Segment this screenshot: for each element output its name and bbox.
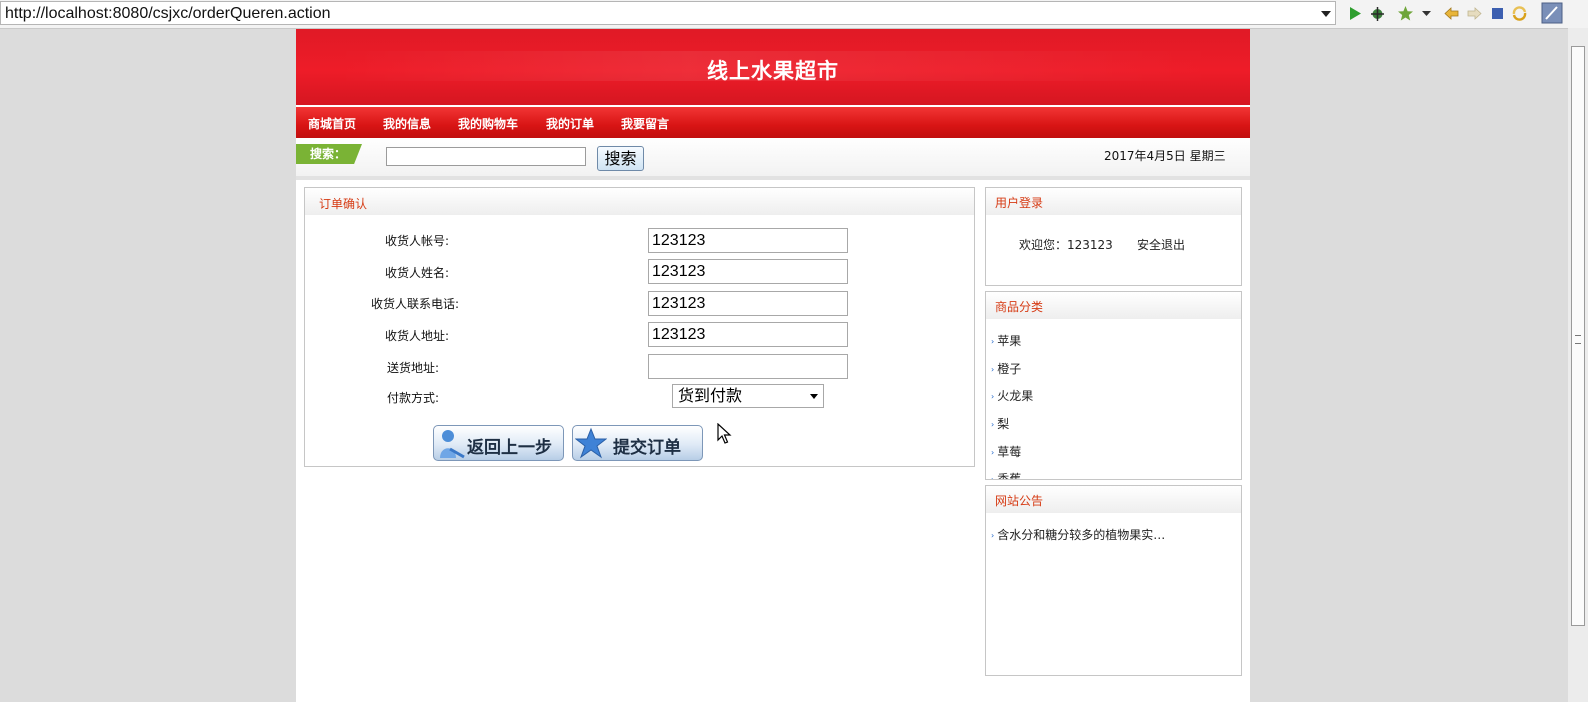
back-button-label: 返回上一步 (467, 438, 552, 458)
user-login-panel: 用户登录 欢迎您：123123 安全退出 (985, 187, 1242, 286)
chevron-down-icon (810, 394, 818, 399)
category-item[interactable]: › 火龙果 (991, 387, 1033, 404)
forward-arrow-icon[interactable] (1466, 5, 1483, 22)
bullet-icon: › (991, 448, 995, 457)
site-banner: 线上水果超市 (296, 29, 1250, 105)
debug-icon[interactable] (1369, 5, 1386, 22)
stop-icon[interactable] (1489, 5, 1506, 22)
category-panel: 商品分类 › 苹果 › 橙子 › 火龙果 › 梨 › 草莓 › 香蕉 (985, 291, 1242, 480)
order-confirm-panel: 订单确认 收货人帐号: 123123 收货人姓名: 123123 收货人联系电话… (304, 187, 975, 467)
panel-header: 网站公告 (986, 486, 1241, 513)
panel-header: 用户登录 (986, 188, 1241, 215)
browser-toolbar: http://localhost:8080/csjxc/orderQueren.… (0, 0, 1588, 29)
main-nav: 商城首页 我的信息 我的购物车 我的订单 我要留言 (296, 107, 1250, 138)
receiver-address-field[interactable]: 123123 (648, 322, 848, 347)
welcome-text: 欢迎您：123123 (1019, 238, 1113, 252)
run-icon[interactable] (1346, 5, 1363, 22)
address-url: http://localhost:8080/csjxc/orderQueren.… (5, 5, 331, 22)
category-panel-title: 商品分类 (995, 300, 1044, 314)
receiver-account-label: 收货人帐号: (384, 234, 449, 248)
logout-link[interactable]: 安全退出 (1137, 236, 1185, 253)
receiver-address-label: 收货人地址: (384, 329, 449, 343)
nav-my-info[interactable]: 我的信息 (383, 115, 431, 132)
notice-item[interactable]: › 含水分和糖分较多的植物果实… (991, 526, 1165, 543)
receiver-phone-field[interactable]: 123123 (648, 291, 848, 316)
back-arrow-icon[interactable] (1443, 5, 1460, 22)
receiver-account-field[interactable]: 123123 (648, 228, 848, 253)
panel-header: 订单确认 (305, 188, 974, 215)
receiver-phone-label: 收货人联系电话: (370, 297, 459, 311)
refresh-icon[interactable] (1511, 5, 1528, 22)
nav-my-orders[interactable]: 我的订单 (546, 115, 594, 132)
delivery-address-field[interactable] (648, 354, 848, 379)
payment-method-label: 付款方式: (386, 391, 439, 405)
address-bar[interactable]: http://localhost:8080/csjxc/orderQueren.… (0, 1, 1336, 25)
bullet-icon: › (991, 475, 995, 480)
mouse-cursor-icon (717, 423, 732, 444)
login-panel-title: 用户登录 (995, 196, 1044, 210)
category-item[interactable]: › 橙子 (991, 360, 1021, 377)
receiver-name-field[interactable]: 123123 (648, 259, 848, 284)
chevron-down-icon[interactable] (1418, 5, 1435, 22)
notice-panel: 网站公告 › 含水分和糖分较多的植物果实… (985, 485, 1242, 676)
bullet-icon: › (991, 420, 995, 429)
notice-panel-title: 网站公告 (995, 494, 1044, 508)
perspective-icon[interactable] (1541, 2, 1563, 24)
category-item[interactable]: › 苹果 (991, 332, 1021, 349)
category-item[interactable]: › 香蕉 (991, 470, 1021, 480)
bullet-icon: › (991, 365, 995, 374)
bullet-icon: › (991, 531, 995, 540)
panel-header: 商品分类 (986, 292, 1241, 319)
bullet-icon: › (991, 337, 995, 346)
back-button[interactable]: 返回上一步 (433, 425, 564, 461)
nav-home[interactable]: 商城首页 (308, 115, 356, 132)
search-button[interactable]: 搜索 (597, 146, 644, 171)
delivery-address-label: 送货地址: (386, 361, 439, 375)
nav-cart[interactable]: 我的购物车 (458, 115, 518, 132)
nav-leave-message[interactable]: 我要留言 (621, 115, 669, 132)
search-input[interactable] (386, 147, 586, 166)
submit-order-button[interactable]: 提交订单 (572, 425, 703, 461)
person-icon (440, 430, 465, 459)
submit-order-label: 提交订单 (613, 438, 681, 458)
search-bar: 搜索： 搜索 2017年4月5日 星期三 (296, 138, 1250, 180)
bullet-icon: › (991, 392, 995, 401)
receiver-name-label: 收货人姓名: (384, 266, 449, 280)
payment-method-value: 货到付款 (678, 386, 743, 405)
payment-method-select[interactable]: 货到付款 (672, 384, 824, 408)
address-dropdown-icon[interactable] (1321, 11, 1331, 17)
current-date: 2017年4月5日 星期三 (1104, 149, 1226, 163)
page-scrollbar[interactable] (1568, 28, 1588, 702)
search-label: 搜索： (296, 144, 362, 164)
scrollbar-grip-icon (1575, 335, 1581, 344)
site-title: 线上水果超市 (707, 59, 839, 83)
page: 线上水果超市 商城首页 我的信息 我的购物车 我的订单 我要留言 搜索： 搜索 … (296, 29, 1250, 702)
star-tool-icon[interactable] (1397, 5, 1414, 22)
category-item[interactable]: › 梨 (991, 415, 1009, 432)
star-icon (575, 427, 607, 459)
category-item[interactable]: › 草莓 (991, 443, 1021, 460)
order-panel-title: 订单确认 (319, 197, 368, 211)
